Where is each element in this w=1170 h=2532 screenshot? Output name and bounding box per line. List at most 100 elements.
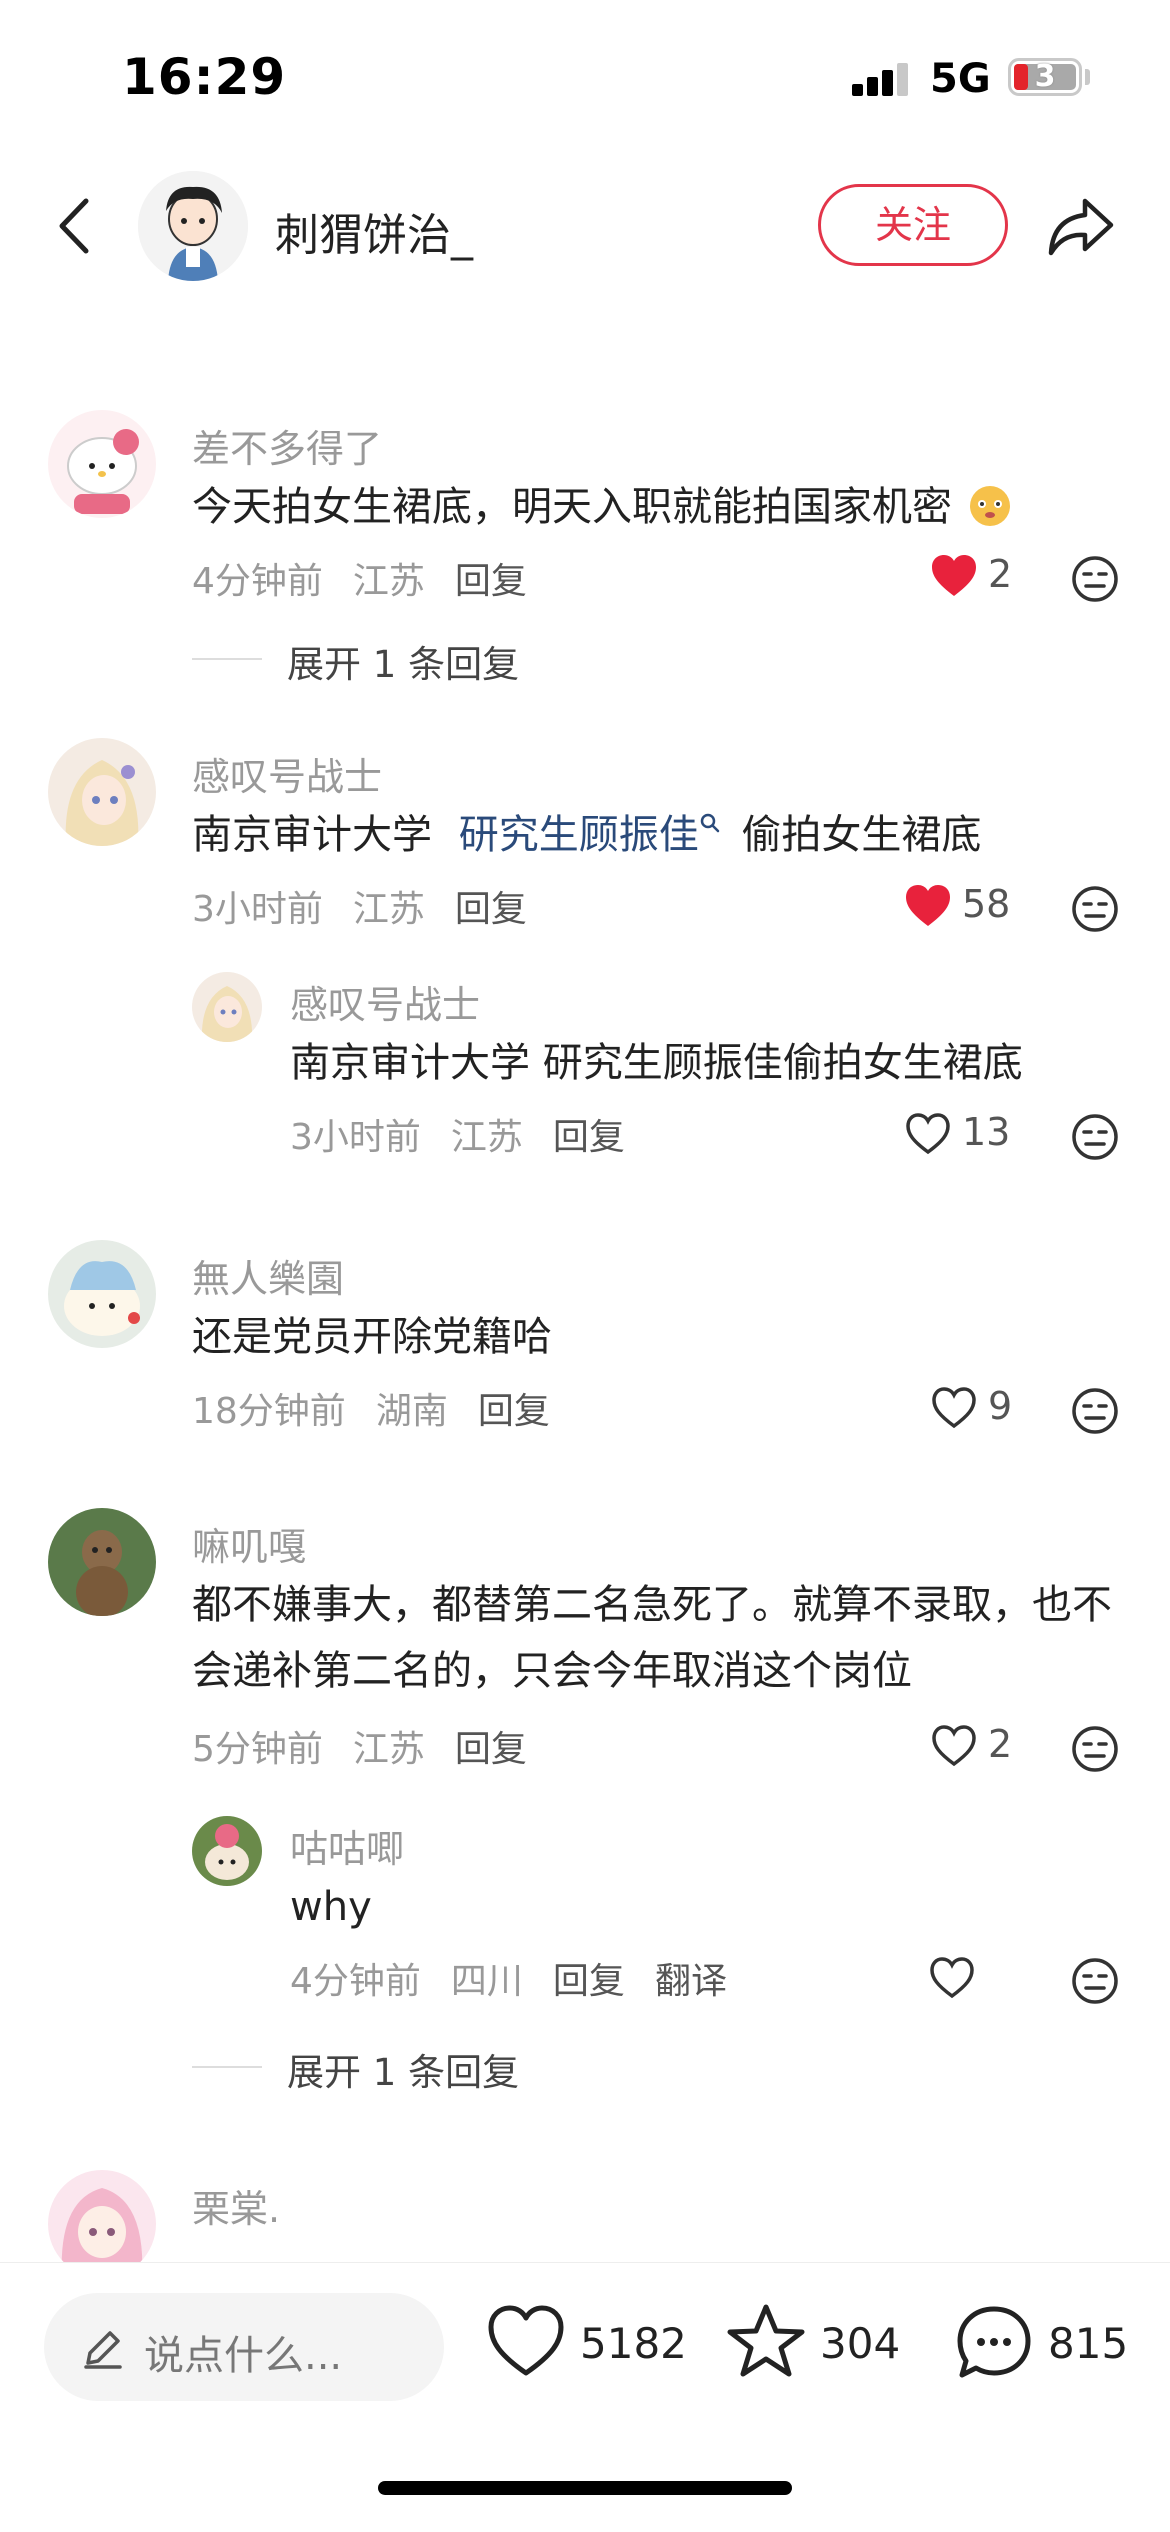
heart-outline-icon [930, 1957, 974, 1999]
battery-icon: 3 [1008, 58, 1082, 96]
share-button[interactable] [1045, 191, 1117, 261]
heart-filled-icon [932, 555, 976, 596]
home-indicator[interactable] [378, 2481, 792, 2495]
like-button[interactable]: 58 [904, 878, 1044, 938]
commenter-name[interactable]: 感叹号战士 [290, 974, 480, 1029]
like-count: 2 [988, 1722, 1013, 1766]
expand-replies-button[interactable]: 展开 1 条回复 [287, 634, 519, 688]
comment-text: 都不嫌事大，都替第二名急死了。就算不录取，也不会递补第二名的，只会今年取消这个岗… [192, 1582, 1112, 1694]
heart-outline-icon [906, 1113, 950, 1155]
commenter-avatar[interactable] [48, 410, 156, 518]
dislike-button[interactable] [1070, 1724, 1120, 1774]
comment-text: 南京审计大学 研究生顾振佳偷拍女生裙底 [290, 1040, 1023, 1086]
comment-time: 3小时前 [290, 1117, 421, 1158]
battery-nub [1085, 69, 1090, 85]
post-like-count: 5182 [580, 2319, 687, 2368]
back-button[interactable] [48, 191, 108, 261]
comment-count: 815 [1048, 2319, 1129, 2368]
dislike-button[interactable] [1070, 1112, 1120, 1162]
chevron-left-icon [59, 198, 89, 254]
comment-region: 江苏 [450, 1117, 523, 1158]
commenter-name[interactable]: 無人樂園 [192, 1248, 344, 1303]
comment-text-body: 还是党员开除党籍哈 [192, 1314, 552, 1360]
commenter-name[interactable]: 嘛叽嘎 [192, 1516, 306, 1571]
commenter-avatar[interactable] [48, 738, 156, 846]
like-count: 2 [988, 552, 1013, 596]
like-button[interactable]: 2 [930, 1718, 1040, 1778]
commenter-name[interactable]: 咕咕唧 [290, 1818, 404, 1873]
like-button[interactable] [928, 1950, 988, 2010]
like-count: 58 [962, 882, 1011, 926]
meh-face-icon [1072, 1958, 1118, 2004]
dislike-button[interactable] [1070, 1956, 1120, 2006]
comment-region: 江苏 [352, 561, 425, 602]
comment-input[interactable]: 说点什么... [44, 2293, 444, 2401]
comment-text-part: 南京审计大学 [192, 812, 432, 858]
battery-level: 3 [1034, 59, 1056, 94]
meh-face-icon [1072, 886, 1118, 932]
commenter-avatar[interactable] [192, 972, 262, 1042]
status-time: 16:29 [122, 48, 287, 106]
author-name[interactable]: 刺猬饼治_ [275, 199, 473, 263]
heart-outline-icon [488, 2305, 564, 2376]
comment-item: 嘛叽嘎 都不嫌事大，都替第二名急死了。就算不录取，也不会递补第二名的，只会今年取… [0, 1508, 1170, 1788]
comment-region: 江苏 [352, 1729, 425, 1770]
comment-time: 5分钟前 [192, 1729, 323, 1770]
like-button[interactable]: 9 [930, 1380, 1040, 1440]
reply-button[interactable]: 回复 [553, 1961, 625, 2002]
expand-divider [192, 658, 262, 660]
commenter-avatar[interactable] [48, 1508, 156, 1616]
post-header: 刺猬饼治_ 关注 [0, 165, 1170, 285]
like-button[interactable]: 13 [904, 1106, 1044, 1166]
reply-button[interactable]: 回复 [455, 889, 527, 930]
favorite-button[interactable]: 304 [726, 2301, 906, 2391]
comments-button[interactable]: 815 [954, 2301, 1134, 2391]
comment-text: why [290, 1884, 372, 1930]
translate-button[interactable]: 翻译 [655, 1961, 727, 2002]
dislike-button[interactable] [1070, 1386, 1120, 1436]
signal-icon [852, 62, 910, 96]
comment-region: 江苏 [352, 889, 425, 930]
author-avatar[interactable] [138, 171, 248, 281]
comment-time: 4分钟前 [290, 1961, 421, 2002]
comment-region: 四川 [450, 1961, 523, 2002]
comment-time: 4分钟前 [192, 561, 323, 602]
comment-text-part: 偷拍女生裙底 [741, 812, 982, 858]
reply-item: 咕咕唧 why 4分钟前 四川 回复 翻译 展开 1 条回复 [0, 1806, 1170, 2106]
follow-button[interactable]: 关注 [818, 184, 1008, 266]
comment-time: 18分钟前 [192, 1391, 346, 1432]
comment-meta: 18分钟前 湖南 回复 [192, 1382, 580, 1434]
chat-bubble-icon [957, 2306, 1031, 2378]
comment-text: 还是党员开除党籍哈 [192, 1304, 552, 1370]
reply-button[interactable]: 回复 [478, 1391, 550, 1432]
heart-outline-icon [932, 1387, 976, 1429]
meh-face-icon [1072, 556, 1118, 602]
search-link[interactable]: 研究生顾振佳 [459, 812, 699, 858]
share-icon [1048, 198, 1114, 256]
commenter-name[interactable]: 感叹号战士 [192, 746, 382, 801]
comment-item: 感叹号战士 南京审计大学 研究生顾振佳 偷拍女生裙底 3小时前 江苏 回复 58 [0, 738, 1170, 958]
comment-meta: 3小时前 江苏 回复 [290, 1108, 655, 1160]
commenter-avatar[interactable] [192, 1816, 262, 1886]
reply-button[interactable]: 回复 [553, 1117, 625, 1158]
comment-item: 無人樂園 还是党员开除党籍哈 18分钟前 湖南 回复 9 [0, 1240, 1170, 1440]
comment-meta: 4分钟前 江苏 回复 [192, 552, 557, 604]
reply-button[interactable]: 回复 [455, 561, 527, 602]
commenter-name[interactable]: 差不多得了 [192, 418, 382, 473]
commenter-avatar[interactable] [48, 1240, 156, 1348]
meh-face-icon [1072, 1114, 1118, 1160]
like-post-button[interactable]: 5182 [486, 2301, 687, 2391]
expand-replies-button[interactable]: 展开 1 条回复 [287, 2042, 519, 2096]
comment-text: 今天拍女生裙底，明天入职就能拍国家机密 [192, 474, 1015, 540]
network-label: 5G [930, 56, 991, 102]
commenter-name[interactable]: 栗棠. [192, 2178, 280, 2233]
dislike-button[interactable] [1070, 554, 1120, 604]
reply-button[interactable]: 回复 [455, 1729, 527, 1770]
comment-time: 3小时前 [192, 889, 323, 930]
pencil-icon [84, 2331, 122, 2369]
like-button[interactable]: 2 [930, 548, 1040, 608]
dislike-button[interactable] [1070, 884, 1120, 934]
heart-filled-icon [906, 885, 950, 926]
favorite-count: 304 [820, 2319, 901, 2368]
reply-item: 感叹号战士 南京审计大学 研究生顾振佳偷拍女生裙底 3小时前 江苏 回复 13 [0, 962, 1170, 1162]
